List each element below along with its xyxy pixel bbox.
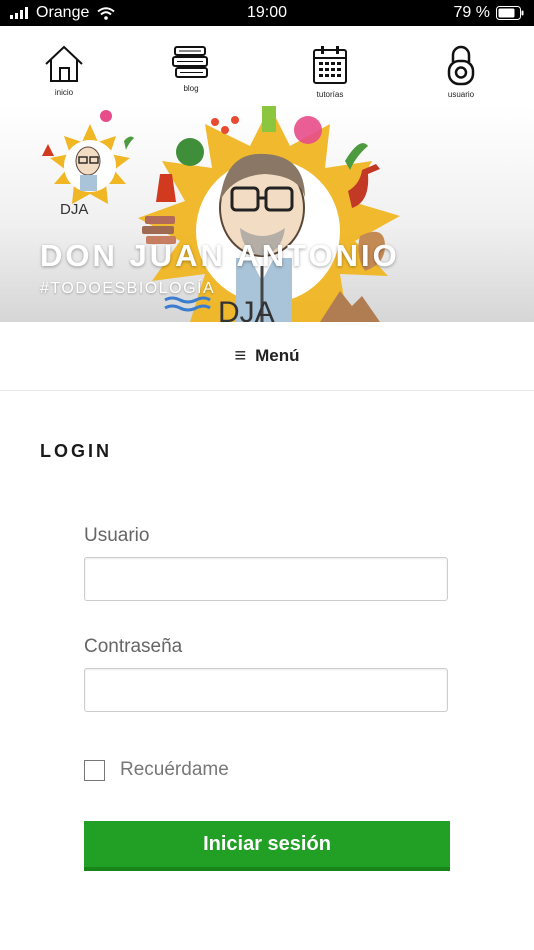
top-navigation: inicio blog tutorías usuario — [0, 26, 534, 106]
menu-toggle-button[interactable]: ≡ Menú — [234, 345, 299, 368]
remember-me-row: Recuérdame — [84, 759, 229, 781]
battery-percent: 79 % — [453, 4, 490, 21]
status-bar: Orange 19:00 79 % — [0, 0, 534, 26]
menu-bar: ≡ Menú — [0, 322, 534, 391]
nav-label-usuario: usuario — [447, 90, 475, 99]
password-input[interactable] — [84, 668, 448, 712]
remember-me-checkbox[interactable] — [84, 759, 105, 781]
small-logo-emblem: DJA — [42, 110, 134, 218]
battery-icon — [496, 6, 524, 20]
username-input[interactable] — [84, 557, 448, 601]
nav-item-usuario[interactable]: usuario — [421, 44, 501, 99]
site-title[interactable]: DON JUAN ANTONIO — [40, 238, 400, 274]
header-banner: DJA DJA DON JUAN ANTONIO #TODOESBIOLOGÍA — [0, 106, 534, 322]
site-tagline: #TODOESBIOLOGÍA — [40, 280, 216, 297]
books-icon — [172, 46, 208, 78]
hamburger-icon: ≡ — [234, 344, 247, 367]
remember-me-label[interactable]: Recuérdame — [120, 759, 229, 781]
nav-label-tutorias: tutorías — [316, 90, 344, 99]
nav-item-tutorias[interactable]: tutorías — [290, 44, 370, 99]
password-label: Contraseña — [84, 636, 183, 657]
lock-icon — [447, 45, 475, 86]
nav-label-inicio: inicio — [54, 88, 74, 97]
login-heading: LOGIN — [40, 441, 112, 461]
username-label: Usuario — [84, 525, 150, 546]
menu-label: Menú — [255, 346, 300, 365]
nav-item-inicio[interactable]: inicio — [24, 44, 104, 97]
calendar-icon — [313, 46, 347, 84]
small-logo-text: DJA — [60, 201, 88, 218]
nav-label-blog: blog — [183, 84, 199, 93]
nav-item-blog[interactable]: blog — [151, 44, 231, 93]
home-icon — [45, 45, 83, 82]
login-submit-button[interactable]: Iniciar sesión — [84, 821, 450, 871]
banner-logo-text: DJA — [218, 296, 275, 322]
